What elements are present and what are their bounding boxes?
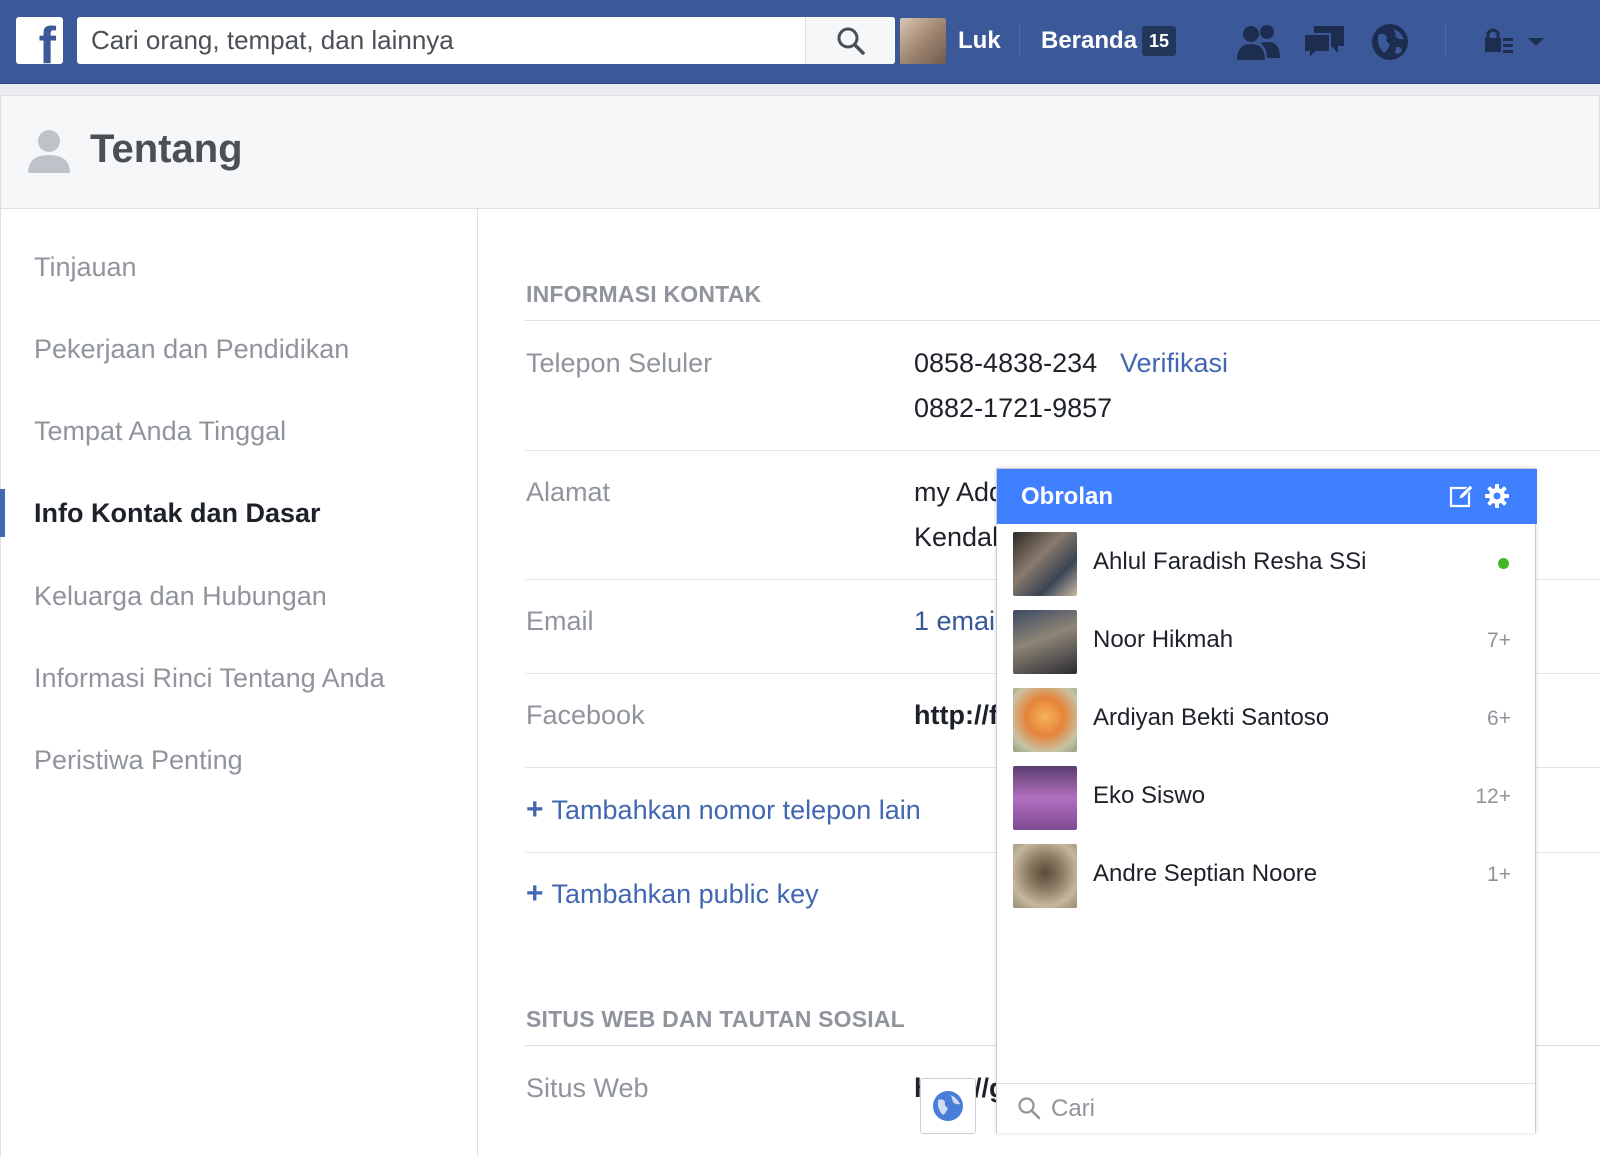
contact-name: Eko Siswo [1093,782,1206,809]
online-indicator [1498,558,1509,569]
address-line-1: my Add [914,477,1005,507]
chevron-down-icon [1528,38,1544,46]
search-icon [1018,1097,1041,1120]
facebook-url-value: http://f [914,700,998,730]
plus-icon: + [526,877,544,910]
last-active-time: 1+ [1487,863,1511,886]
notifications-globe-icon[interactable] [1366,20,1414,64]
home-notification-badge: 15 [1142,26,1176,56]
websites-heading: SITUS WEB DAN TAUTAN SOSIAL [526,1006,905,1032]
search-button[interactable] [805,17,895,64]
search-icon [837,27,865,55]
add-phone-label: Tambahkan nomor telepon lain [551,795,921,825]
contact-name: Ardiyan Bekti Santoso [1093,704,1330,731]
top-navigation-bar: f Luk Beranda 15 [0,0,1600,84]
person-icon [28,130,70,173]
address-line-2: Kendal [914,522,999,552]
sidebar-item-places-lived[interactable]: Tempat Anda Tinggal [34,416,286,447]
sidebar-item-contact-basic-info[interactable]: Info Kontak dan Dasar [34,498,321,529]
active-indicator [0,489,5,537]
search-input[interactable] [77,17,805,64]
settings-menu[interactable] [1474,20,1554,64]
messages-icon[interactable] [1300,20,1348,64]
home-link[interactable]: Beranda [1041,27,1137,55]
phone-label: Telepon Seluler [526,348,713,378]
contact-avatar [1013,688,1077,752]
page-title: Tentang [90,127,243,171]
email-label: Email [526,606,594,636]
add-public-key-label: Tambahkan public key [551,879,819,909]
chat-sidebar: Obrolan Ahlul Faradish Resha SSi Noor Hi… [996,468,1537,1133]
add-phone-link[interactable]: + Tambahkan nomor telepon lain [526,793,921,827]
contact-name: Ahlul Faradish Resha SSi [1093,548,1367,575]
sidebar-item-work-education[interactable]: Pekerjaan dan Pendidikan [34,334,349,365]
friends-icon[interactable] [1234,20,1282,64]
new-message-icon[interactable] [1447,481,1477,511]
contact-avatar [1013,766,1077,830]
sidebar-item-family-relationships[interactable]: Keluarga dan Hubungan [34,581,327,612]
chat-contact[interactable]: Ahlul Faradish Resha SSi [997,524,1535,602]
facebook-logo-icon[interactable]: f [16,17,63,64]
sidebar-item-overview[interactable]: Tinjauan [34,252,137,283]
user-avatar[interactable] [900,18,946,64]
chat-contact[interactable]: Eko Siswo 12+ [997,758,1535,836]
user-name-link[interactable]: Luk [958,27,1001,55]
chat-search-input[interactable] [1051,1092,1511,1126]
globe-icon[interactable] [920,1078,976,1134]
verify-link[interactable]: Verifikasi [1120,348,1228,379]
contact-avatar [1013,844,1077,908]
chat-search-bar [997,1083,1535,1133]
contact-avatar [1013,532,1077,596]
chat-contact[interactable]: Andre Septian Noore 1+ [997,836,1535,914]
sidebar-item-life-events[interactable]: Peristiwa Penting [34,745,243,776]
email-value-link[interactable]: 1 email [914,606,1001,637]
divider [525,320,1600,321]
plus-icon: + [526,793,544,826]
sidebar-item-details-about-you[interactable]: Informasi Rinci Tentang Anda [34,663,385,694]
phone-value-2: 0882-1721-9857 [914,393,1113,423]
chat-header[interactable]: Obrolan [997,469,1537,524]
last-active-time: 6+ [1487,707,1511,730]
lock-icon [1485,28,1513,53]
chat-contact[interactable]: Ardiyan Bekti Santoso 6+ [997,680,1535,758]
contact-avatar [1013,610,1077,674]
last-active-time: 12+ [1475,785,1511,808]
search-box [77,17,895,64]
gear-icon[interactable] [1482,481,1512,511]
last-active-time: 7+ [1487,629,1511,652]
chat-contact[interactable]: Noor Hikmah 7+ [997,602,1535,680]
nav-divider [1445,24,1446,58]
phone-value-1: 0858-4838-234 [914,348,1098,378]
contact-name: Noor Hikmah [1093,626,1234,653]
chat-title: Obrolan [1021,483,1114,510]
address-label: Alamat [526,477,611,507]
add-public-key-link[interactable]: + Tambahkan public key [526,877,819,911]
website-label: Situs Web [526,1073,649,1103]
contact-info-heading: INFORMASI KONTAK [526,281,762,307]
contact-name: Andre Septian Noore [1093,860,1318,887]
divider [525,450,1600,451]
facebook-label: Facebook [526,700,645,730]
nav-divider [1019,24,1020,58]
